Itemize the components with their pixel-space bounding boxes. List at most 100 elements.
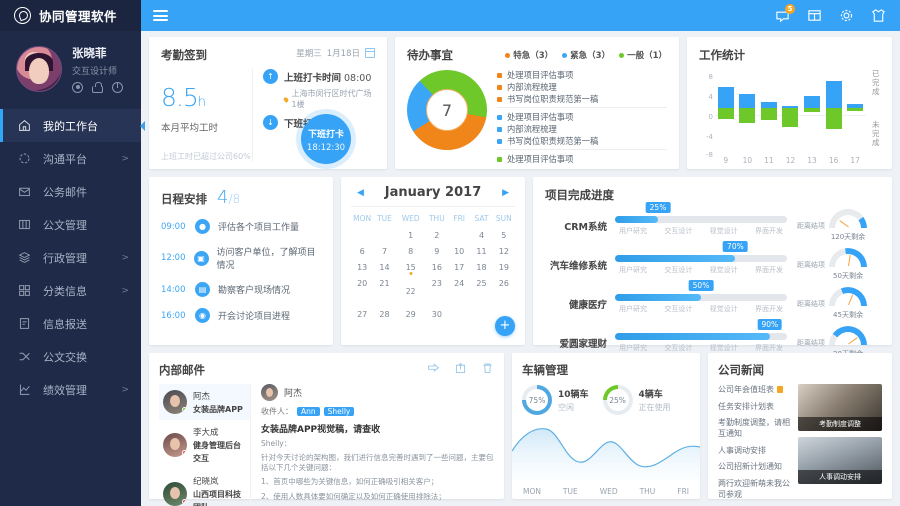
recipient-chip[interactable]: Ann bbox=[297, 407, 320, 416]
calendar-day[interactable]: 13 bbox=[351, 260, 373, 275]
table-row: CRM系统 25% 用户研究 交互设计 视觉设计 界面开发 距离结项 120天剩余 bbox=[545, 201, 880, 242]
calendar-day[interactable]: 26 bbox=[493, 276, 515, 291]
step-label: 用户研究 bbox=[619, 304, 647, 313]
calendar-day[interactable]: 7 bbox=[373, 244, 395, 259]
calendar-day[interactable]: 25 bbox=[470, 276, 492, 291]
calendar-day[interactable]: 18 bbox=[470, 260, 492, 275]
hamburger-icon[interactable] bbox=[153, 10, 168, 21]
brand[interactable]: 协同管理软件 bbox=[0, 0, 141, 31]
shirt-icon[interactable] bbox=[871, 8, 886, 23]
sidebar-item-administration[interactable]: 行政管理 > bbox=[0, 241, 141, 274]
list-item[interactable]: 16:00 ◉ 开会讨论项目进程 bbox=[161, 308, 321, 323]
calendar-day[interactable]: 28 bbox=[373, 307, 395, 322]
calendar-day[interactable]: 30 bbox=[426, 307, 448, 322]
avatar[interactable] bbox=[16, 46, 62, 92]
list-item[interactable]: 14:00 ▤ 勘察客户现场情况 bbox=[161, 282, 321, 297]
sidebar: 协同管理软件 张晓菲 交互设计师 我的工作台 沟通平台 > 公务邮件 公文管理 … bbox=[0, 0, 145, 506]
list-item[interactable]: 09:00 ● 评估各个项目工作量 bbox=[161, 219, 321, 234]
calendar-day[interactable]: 2 bbox=[426, 228, 448, 243]
calendar-day[interactable]: 15 bbox=[396, 260, 426, 275]
calendar-day[interactable]: 19 bbox=[493, 260, 515, 275]
user-icon[interactable] bbox=[72, 82, 83, 93]
list-item[interactable]: 处理项目评估事项 bbox=[497, 153, 667, 165]
progress-bar[interactable]: 50% 用户研究 交互设计 视觉设计 界面开发 bbox=[615, 279, 787, 314]
punch-out-button[interactable]: 下班打卡 18:12:30 bbox=[301, 114, 351, 164]
calendar-day[interactable]: 9 bbox=[426, 244, 448, 259]
calendar-day[interactable]: 17 bbox=[448, 260, 470, 275]
list-item[interactable]: 纪晓岚山西项目科技团队 bbox=[159, 469, 250, 506]
sidebar-item-exchange[interactable]: 公文交换 bbox=[0, 340, 141, 373]
calendar-day[interactable]: 3 bbox=[448, 228, 470, 243]
news-image[interactable]: 人事调动安排 bbox=[798, 437, 882, 484]
progress-bar[interactable]: 70% 用户研究 交互设计 视觉设计 界面开发 bbox=[615, 240, 787, 275]
calendar-day[interactable]: 21 bbox=[373, 276, 395, 291]
sidebar-item-communication[interactable]: 沟通平台 > bbox=[0, 142, 141, 175]
calendar-day[interactable]: 1 bbox=[396, 228, 426, 243]
vehicle-stat: 25% 4辆车 正在使用 bbox=[602, 385, 671, 415]
sidebar-item-reporting[interactable]: 信息报送 bbox=[0, 307, 141, 340]
calendar-day[interactable]: 16 bbox=[426, 260, 448, 275]
gauge-value: 120天剩余 bbox=[830, 233, 866, 241]
sidebar-item-categories[interactable]: 分类信息 > bbox=[0, 274, 141, 307]
calendar-day[interactable]: 12 bbox=[493, 244, 515, 259]
calendar-icon[interactable] bbox=[807, 8, 822, 23]
list-item[interactable]: 书写岗位职责规范第一稿 bbox=[497, 93, 667, 105]
calendar-day[interactable]: 14 bbox=[373, 260, 395, 275]
progress-steps: 用户研究 交互设计 视觉设计 界面开发 bbox=[615, 226, 787, 236]
calendar-day[interactable]: 23 bbox=[426, 276, 448, 291]
gear-icon[interactable] bbox=[839, 8, 854, 23]
sidebar-item-documents[interactable]: 公文管理 bbox=[0, 208, 141, 241]
forward-icon[interactable] bbox=[454, 362, 467, 378]
todo-count: 7 bbox=[441, 100, 453, 120]
progress-bar[interactable]: 25% 用户研究 交互设计 视觉设计 界面开发 bbox=[615, 201, 787, 236]
power-icon[interactable] bbox=[112, 82, 123, 93]
progress-bar[interactable]: 90% 用户研究 交互设计 视觉设计 界面开发 bbox=[615, 318, 787, 353]
step-label: 交互设计 bbox=[664, 304, 693, 313]
list-item[interactable]: 考勤制度调整，请相互通知 bbox=[718, 417, 790, 439]
news-image[interactable]: 考勤制度调整 bbox=[798, 384, 882, 431]
calendar-day[interactable]: 22 bbox=[396, 276, 426, 306]
calendar-day[interactable]: 11 bbox=[470, 244, 492, 259]
divider bbox=[497, 107, 667, 108]
attendance-hours-label: 本月平均工时 bbox=[161, 123, 219, 134]
sidebar-item-mail[interactable]: 公务邮件 bbox=[0, 175, 141, 208]
step-label: 界面开发 bbox=[754, 343, 783, 352]
list-item[interactable]: 处理项目评估事项 bbox=[497, 111, 667, 123]
sidebar-item-workbench[interactable]: 我的工作台 bbox=[0, 109, 145, 142]
delete-icon[interactable] bbox=[481, 362, 494, 378]
calendar-day[interactable]: 24 bbox=[448, 276, 470, 291]
list-item[interactable]: 12:00 ▣ 访问客户单位，了解项目情况 bbox=[161, 245, 321, 271]
chevron-right-icon: > bbox=[121, 285, 129, 296]
step-label: 视觉设计 bbox=[709, 304, 738, 313]
calendar-day[interactable]: 27 bbox=[351, 307, 373, 322]
bars bbox=[715, 65, 866, 151]
sidebar-item-performance[interactable]: 绩效管理 > bbox=[0, 373, 141, 406]
calendar-day[interactable]: 6 bbox=[351, 244, 373, 259]
calendar-day[interactable]: 4 bbox=[470, 228, 492, 243]
list-item[interactable]: 内部流程梳理 bbox=[497, 81, 667, 93]
chevron-left-icon[interactable]: ◀ bbox=[357, 188, 364, 198]
list-item[interactable]: 公司招新计划通知 bbox=[718, 461, 790, 472]
calendar-day[interactable]: 8 bbox=[396, 244, 426, 259]
calendar-day[interactable]: 5 bbox=[493, 228, 515, 243]
lock-icon[interactable] bbox=[92, 82, 103, 93]
list-item[interactable]: 处理项目评估事项 bbox=[497, 69, 667, 81]
calendar-day[interactable]: 29 bbox=[396, 307, 426, 322]
add-event-button[interactable]: + bbox=[495, 316, 515, 336]
calendar-day[interactable]: 10 bbox=[448, 244, 470, 259]
list-item[interactable]: 人事调动安排 bbox=[718, 445, 790, 456]
list-item[interactable]: 阿杰 女装品牌APP bbox=[159, 384, 250, 420]
workstats-card: 工作统计 8 4 0 -4 -8 9 10 11 12 13 16 17 已完成… bbox=[687, 37, 892, 169]
reply-icon[interactable] bbox=[427, 362, 440, 378]
list-item[interactable]: 书写岗位职责规范第一稿 bbox=[497, 135, 667, 147]
calendar-day[interactable]: 20 bbox=[351, 276, 373, 291]
chat-icon[interactable]: 5 bbox=[775, 4, 795, 23]
chevron-right-icon[interactable]: ▶ bbox=[502, 188, 509, 198]
list-item[interactable]: 公司年会值班表 bbox=[718, 384, 790, 395]
list-item[interactable]: 内部流程梳理 bbox=[497, 123, 667, 135]
list-item[interactable]: 两行欢迎新萌未我公司参观 bbox=[718, 478, 790, 500]
list-item[interactable]: 任务安排计划表 bbox=[718, 401, 790, 412]
recipient-chip[interactable]: Shelly bbox=[323, 407, 355, 416]
list-item[interactable]: 李大成 健身管理后台交互 bbox=[159, 420, 250, 469]
calendar-icon[interactable] bbox=[365, 48, 375, 58]
